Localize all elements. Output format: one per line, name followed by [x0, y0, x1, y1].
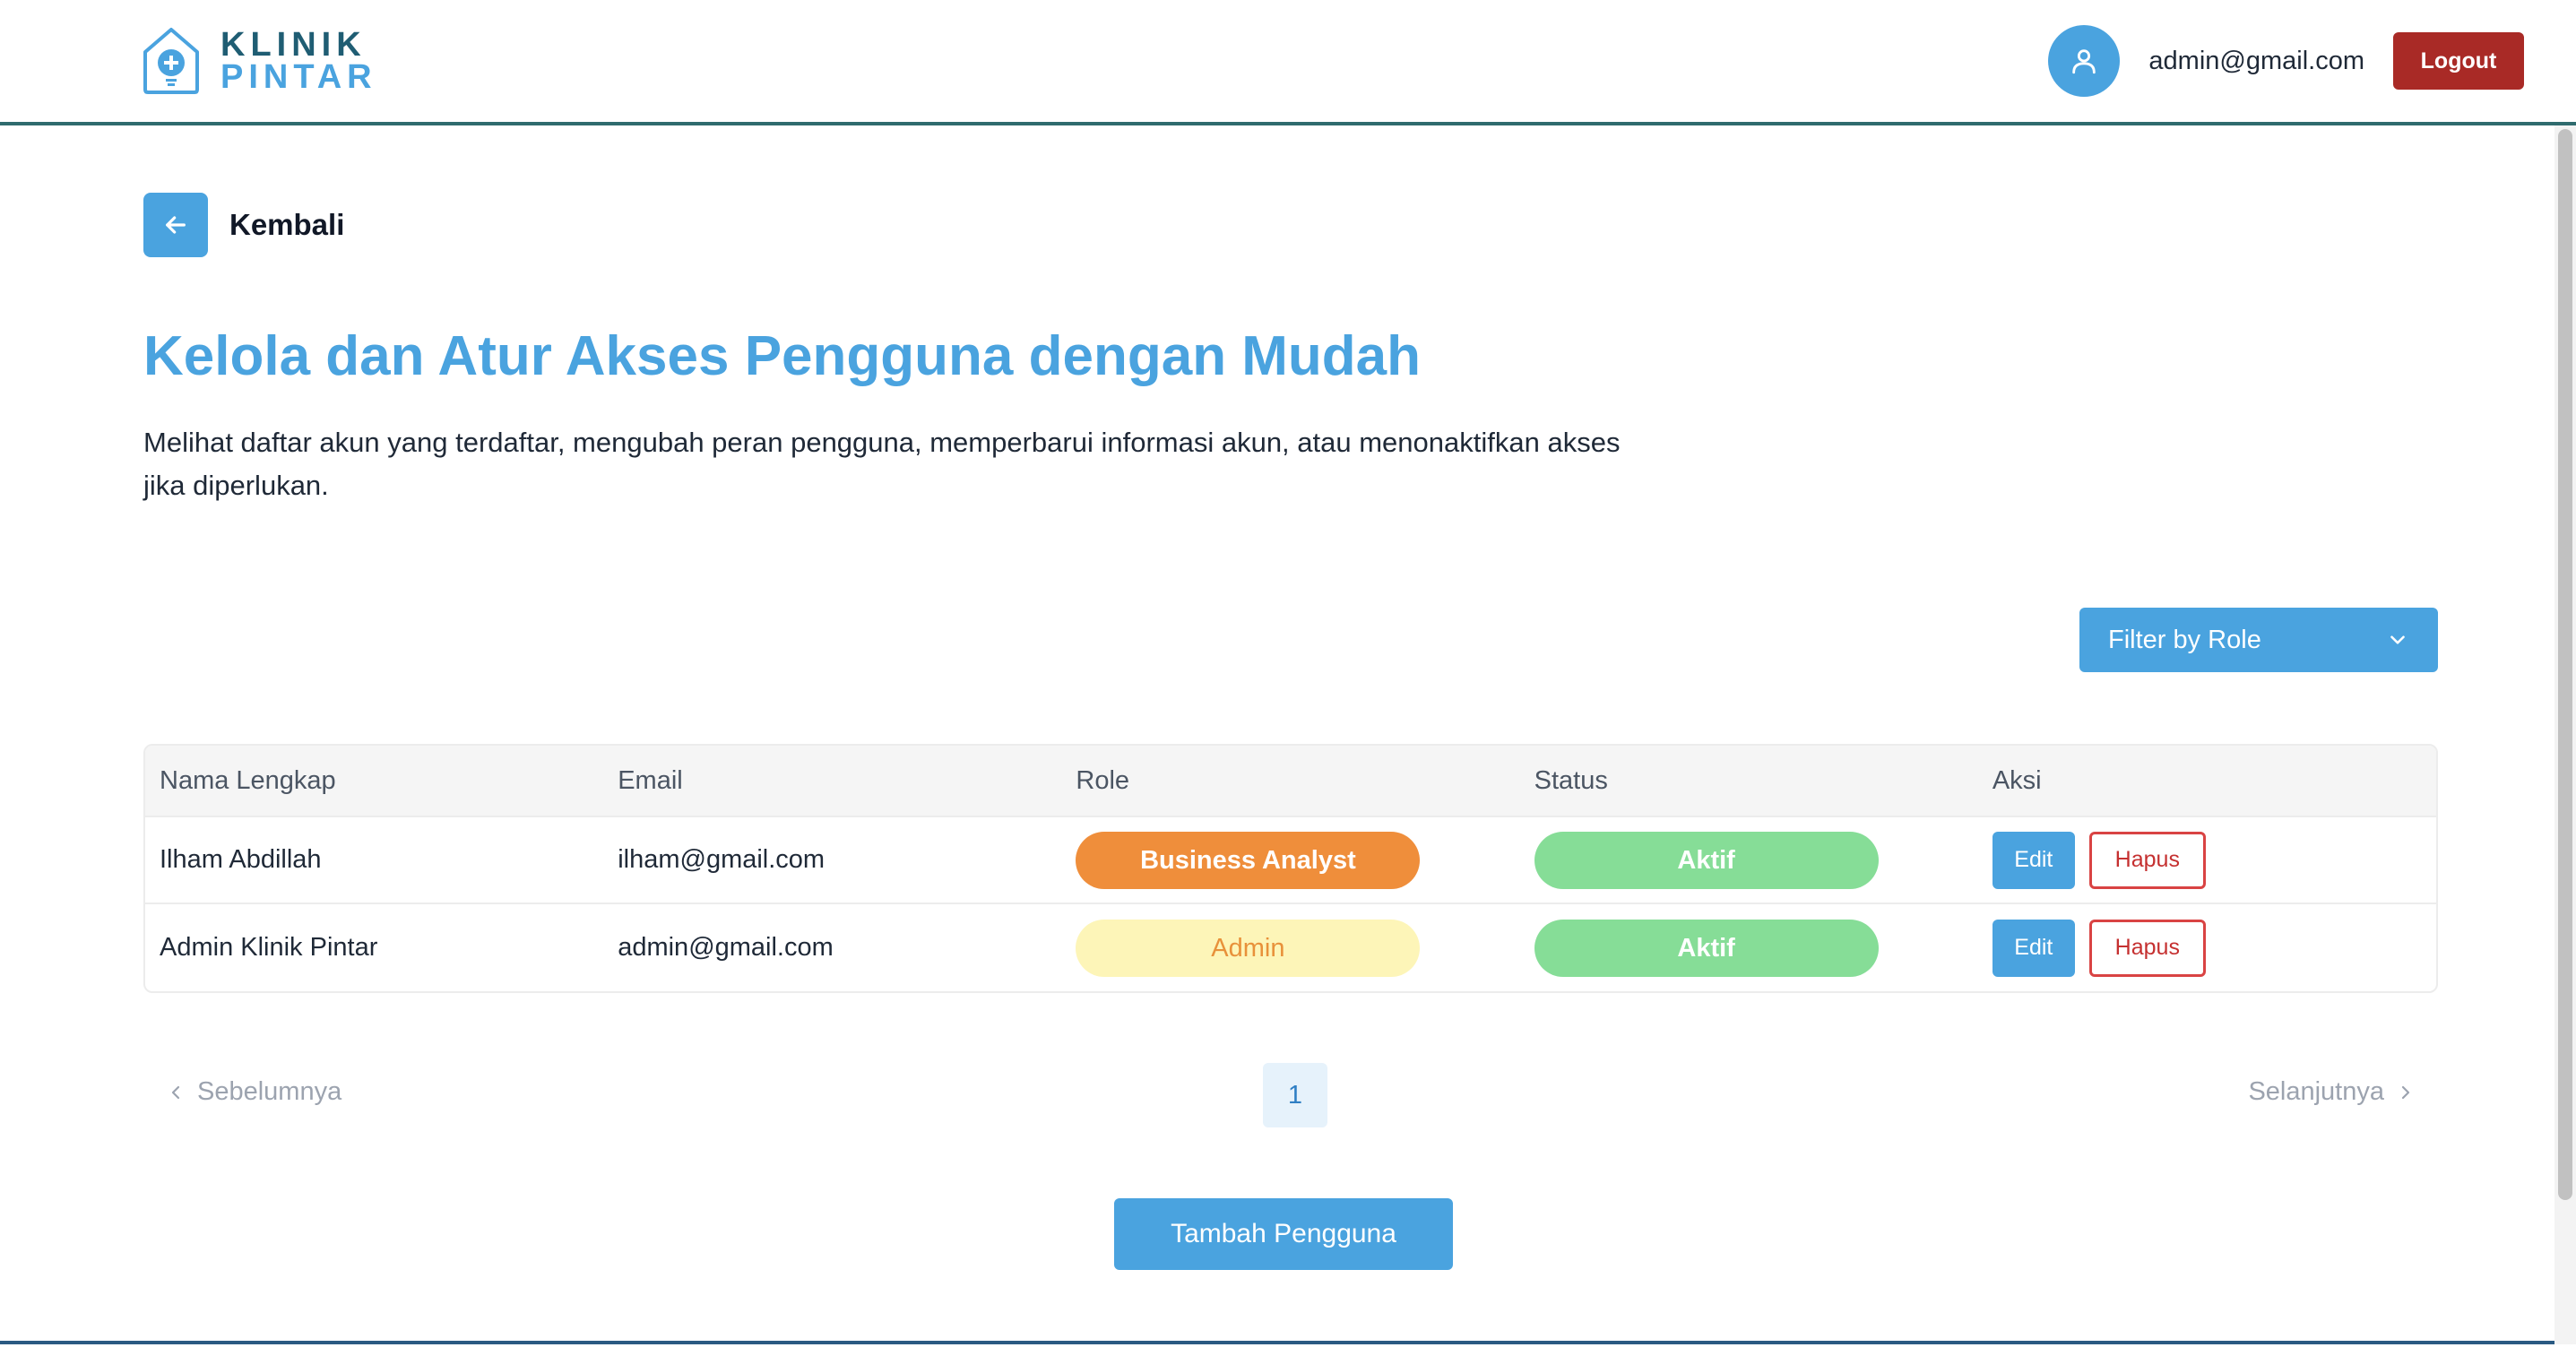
top-header: KLINIK PINTAR admin@gmail.com Logout	[0, 0, 2576, 125]
column-header-email: Email	[618, 765, 683, 795]
user-email: admin@gmail.com	[2148, 46, 2364, 75]
arrow-left-icon	[166, 216, 186, 234]
role-badge: Business Analyst	[1076, 831, 1421, 889]
status-badge: Aktif	[1534, 831, 1879, 889]
clinic-logo-icon	[143, 28, 199, 94]
filter-by-role-dropdown[interactable]: Filter by Role	[2079, 608, 2438, 672]
column-header-status: Status	[1534, 765, 1608, 795]
page-title: Kelola dan Atur Akses Pengguna dengan Mu…	[143, 325, 1422, 387]
logo[interactable]: KLINIK PINTAR	[142, 27, 377, 95]
logo-line2: PINTAR	[220, 58, 377, 96]
user-email-cell: admin@gmail.com	[618, 933, 834, 962]
role-cell: Business Analyst	[1061, 831, 1519, 889]
status-badge: Aktif	[1534, 919, 1879, 977]
actions-cell: Edit Hapus	[1978, 831, 2436, 889]
previous-label: Sebelumnya	[197, 1077, 342, 1106]
actions-cell: Edit Hapus	[1978, 919, 2436, 977]
logo-line1: KLINIK	[220, 26, 367, 64]
user-area: admin@gmail.com Logout	[2048, 25, 2524, 97]
filter-label: Filter by Role	[2108, 625, 2261, 654]
status-cell: Aktif	[1520, 831, 1978, 889]
chevron-left-icon	[171, 1085, 180, 1099]
footer-divider	[0, 1341, 2554, 1344]
chevron-right-icon	[2401, 1085, 2410, 1099]
edit-button[interactable]: Edit	[1992, 919, 2075, 977]
column-header-actions: Aksi	[1992, 765, 2042, 795]
page-description: Melihat daftar akun yang terdaftar, meng…	[143, 427, 1621, 501]
user-name: Ilham Abdillah	[160, 845, 322, 874]
role-badge: Admin	[1076, 919, 1421, 977]
back-button[interactable]	[143, 193, 208, 257]
column-header-name: Nama Lengkap	[160, 765, 336, 795]
next-label: Selanjutnya	[2248, 1077, 2384, 1106]
delete-button[interactable]: Hapus	[2088, 831, 2206, 889]
next-page-button[interactable]: Selanjutnya	[2248, 1077, 2416, 1107]
scrollbar[interactable]	[2554, 125, 2576, 1344]
table-row: Ilham Abdillah ilham@gmail.com Business …	[145, 817, 2436, 904]
add-user-button[interactable]: Tambah Pengguna	[1114, 1198, 1453, 1270]
back-label[interactable]: Kembali	[229, 208, 344, 242]
pagination: Sebelumnya 1 Selanjutnya	[143, 1063, 2438, 1127]
edit-button[interactable]: Edit	[1992, 831, 2075, 889]
logout-button[interactable]: Logout	[2393, 32, 2524, 90]
column-header-role: Role	[1076, 765, 1130, 795]
user-icon	[2072, 49, 2096, 74]
scrollbar-thumb[interactable]	[2558, 129, 2572, 1200]
status-cell: Aktif	[1520, 919, 1978, 977]
page-number-button[interactable]: 1	[1263, 1063, 1327, 1127]
user-email-cell: ilham@gmail.com	[618, 845, 826, 874]
chevron-down-icon	[2390, 635, 2405, 644]
delete-button[interactable]: Hapus	[2088, 919, 2206, 977]
table-row: Admin Klinik Pintar admin@gmail.com Admi…	[145, 904, 2436, 991]
table-header: Nama Lengkap Email Role Status Aksi	[145, 746, 2436, 817]
back-link[interactable]: Kembali	[143, 193, 344, 257]
user-name: Admin Klinik Pintar	[160, 933, 378, 962]
role-cell: Admin	[1061, 919, 1519, 977]
users-table: Nama Lengkap Email Role Status Aksi Ilha…	[143, 744, 2438, 993]
logo-text: KLINIK PINTAR	[220, 26, 377, 96]
previous-page-button[interactable]: Sebelumnya	[165, 1077, 341, 1107]
avatar[interactable]	[2048, 25, 2121, 97]
